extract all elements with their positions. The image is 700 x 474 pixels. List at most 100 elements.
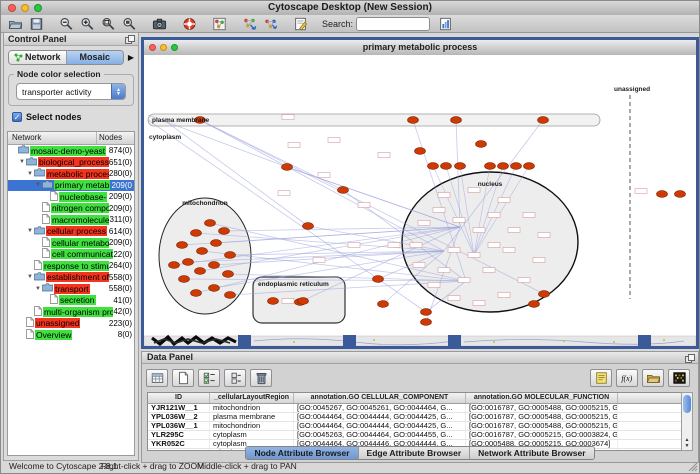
zoom-fit-icon[interactable] <box>99 16 118 32</box>
layout-network-icon[interactable] <box>240 16 259 32</box>
tree-row[interactable]: secretion41(0) <box>8 295 134 307</box>
tree-row[interactable]: nucleobase-209(0) <box>8 191 134 203</box>
help-icon[interactable] <box>180 16 199 32</box>
table-row[interactable]: YPL036W__2plasma membrane[GO:0044464, GO… <box>148 413 682 422</box>
float-panel-icon[interactable] <box>125 35 135 44</box>
import-folder-icon[interactable] <box>642 369 664 387</box>
search-input[interactable] <box>357 18 430 30</box>
column-header[interactable]: annotation.GO MOLECULAR_FUNCTION <box>466 393 618 403</box>
zoom-selected-icon[interactable] <box>120 16 139 32</box>
cytoscape-window: Cytoscape Desktop (New Session) Search: … <box>0 0 700 474</box>
table-row[interactable]: YPL036W__1mitochondrion[GO:0044464, GO:0… <box>148 422 682 431</box>
tree-row[interactable]: macromolecule311(0) <box>8 214 134 226</box>
control-panel-title: Control Panel <box>4 33 138 46</box>
tree-row[interactable]: ▼metabolic process280(0) <box>8 168 134 180</box>
node-color-dropdown[interactable]: transporter activity ▲▼ <box>16 83 126 100</box>
tab-node-attribute-browser[interactable]: Node Attribute Browser <box>246 447 358 459</box>
tab-network[interactable]: Network <box>9 51 67 64</box>
network-label: secretion <box>59 295 96 305</box>
table-cell: [GO:0044464, GO:0044444, GO:0044425, G..… <box>294 422 466 430</box>
node-count: 22(0) <box>113 250 134 259</box>
disclosure-triangle-icon[interactable]: ▼ <box>26 171 34 177</box>
table-cell: [GO:0016787, GO:0005215, GO:0003824, G..… <box>466 431 618 439</box>
table-row[interactable]: YLR295Ccytoplasm[GO:0045263, GO:0044464,… <box>148 431 682 440</box>
zoom-in-icon[interactable] <box>78 16 97 32</box>
tree-row[interactable]: ▼cellular process614(0) <box>8 226 134 238</box>
table-scrollbar[interactable]: ▲▼ <box>681 392 693 451</box>
delete-attribute-icon[interactable] <box>250 369 272 387</box>
column-header[interactable]: annotation.GO CELLULAR_COMPONENT <box>294 393 466 403</box>
file-icon <box>42 202 50 214</box>
float-data-panel-icon[interactable] <box>685 354 695 363</box>
table-cell: YJR121W__1 <box>148 404 210 412</box>
table-cell: [GO:0044464, GO:0044444, GO:0044425, G..… <box>294 413 466 421</box>
attribute-table: ID_cellularLayoutRegionannotation.GO CEL… <box>147 392 683 451</box>
tab-mosaic[interactable]: Mosaic <box>67 51 124 64</box>
create-attribute-icon[interactable] <box>172 369 194 387</box>
notes-icon[interactable] <box>590 369 612 387</box>
network-view-frame: primary metabolic process plasma membran… <box>141 37 699 349</box>
more-tabs-icon[interactable]: ▶ <box>126 53 136 62</box>
data-panel: Data Panel f(x) ID_cellularLayoutRegiona… <box>141 351 699 463</box>
table-cell: YPL036W__2 <box>148 413 210 421</box>
disclosure-triangle-icon[interactable]: ▼ <box>34 286 42 292</box>
tree-row[interactable]: nitrogen compo209(0) <box>8 203 134 215</box>
tab-edge-attribute-browser[interactable]: Edge Attribute Browser <box>359 447 471 459</box>
network-label: nitrogen compo <box>51 203 109 213</box>
matrix-icon[interactable] <box>668 369 690 387</box>
tree-row[interactable]: response to stimul264(0) <box>8 260 134 272</box>
attribute-checklist-icon[interactable] <box>198 369 220 387</box>
node-count: 280(0) <box>109 169 134 178</box>
disclosure-triangle-icon[interactable]: ▼ <box>26 228 34 234</box>
tree-row[interactable]: ▼establishment of lo558(0) <box>8 272 134 284</box>
network-frame-titlebar[interactable]: primary metabolic process <box>144 40 696 56</box>
disclosure-triangle-icon[interactable]: ▼ <box>34 182 42 188</box>
search-area: Search: ▾ <box>322 17 430 31</box>
disclosure-triangle-icon[interactable]: ▼ <box>18 159 26 165</box>
data-panel-toolbar: f(x) <box>146 368 694 388</box>
tree-row[interactable]: multi-organism pro42(0) <box>8 306 134 318</box>
table-cell: cytoplasm <box>210 431 294 439</box>
column-header[interactable]: ID <box>148 393 210 403</box>
network-canvas[interactable]: plasma membranecytoplasmmitochondrionnuc… <box>144 55 696 346</box>
vizmapper-icon[interactable] <box>210 16 229 32</box>
zoom-out-icon[interactable] <box>57 16 76 32</box>
scrollbar-thumb[interactable] <box>683 395 691 413</box>
tree-row[interactable]: unassigned223(0) <box>8 318 134 330</box>
tree-row[interactable]: ▼transport558(0) <box>8 283 134 295</box>
open-icon[interactable] <box>6 16 25 32</box>
search-combobox[interactable]: ▾ <box>356 17 430 31</box>
network-label: nucleobase- <box>59 192 107 202</box>
tree-row[interactable]: ▼biological_process651(0) <box>8 157 134 169</box>
layout-arrange-icon[interactable] <box>261 16 280 32</box>
tree-row[interactable]: mosaic-demo-yeast874(0) <box>8 145 134 157</box>
column-header[interactable]: _cellularLayoutRegion <box>210 393 294 403</box>
tree-row[interactable]: ▼primary metab209(0 <box>8 180 134 192</box>
snapshot-icon[interactable] <box>150 16 169 32</box>
annotation-icon[interactable] <box>291 16 310 32</box>
disclosure-triangle-icon[interactable]: ▼ <box>26 274 34 280</box>
attribute-browser-icon[interactable] <box>436 16 455 32</box>
resize-grip[interactable] <box>688 462 698 472</box>
file-icon <box>34 306 42 318</box>
dropdown-stepper-icon: ▲▼ <box>111 84 125 99</box>
attribute-pair-icon[interactable] <box>224 369 246 387</box>
table-cell: plasma membrane <box>210 413 294 421</box>
svg-text:nucleus: nucleus <box>478 181 503 188</box>
tree-row[interactable]: Overview8(0) <box>8 329 134 341</box>
tree-row[interactable]: cellular metabo209(0) <box>8 237 134 249</box>
tree-row[interactable]: cell communicat22(0) <box>8 249 134 261</box>
table-row[interactable]: YJR121W__1mitochondrion[GO:0045267, GO:0… <box>148 404 682 413</box>
tree-column-network[interactable]: Network <box>8 132 97 144</box>
function-icon[interactable]: f(x) <box>616 369 638 387</box>
window-titlebar[interactable]: Cytoscape Desktop (New Session) <box>1 1 699 16</box>
node-count: 614(0) <box>109 227 134 236</box>
status-zoom-hint: Right-click + drag to ZOOM <box>101 461 204 471</box>
tab-network-attribute-browser[interactable]: Network Attribute Browser <box>470 447 593 459</box>
select-attributes-icon[interactable] <box>146 369 168 387</box>
browser-tabs: Node Attribute BrowserEdge Attribute Bro… <box>142 446 698 460</box>
file-icon <box>50 294 58 306</box>
select-nodes-checkbox[interactable]: ✓ <box>12 112 22 122</box>
tree-column-nodes[interactable]: Nodes <box>97 132 134 144</box>
save-icon[interactable] <box>27 16 46 32</box>
